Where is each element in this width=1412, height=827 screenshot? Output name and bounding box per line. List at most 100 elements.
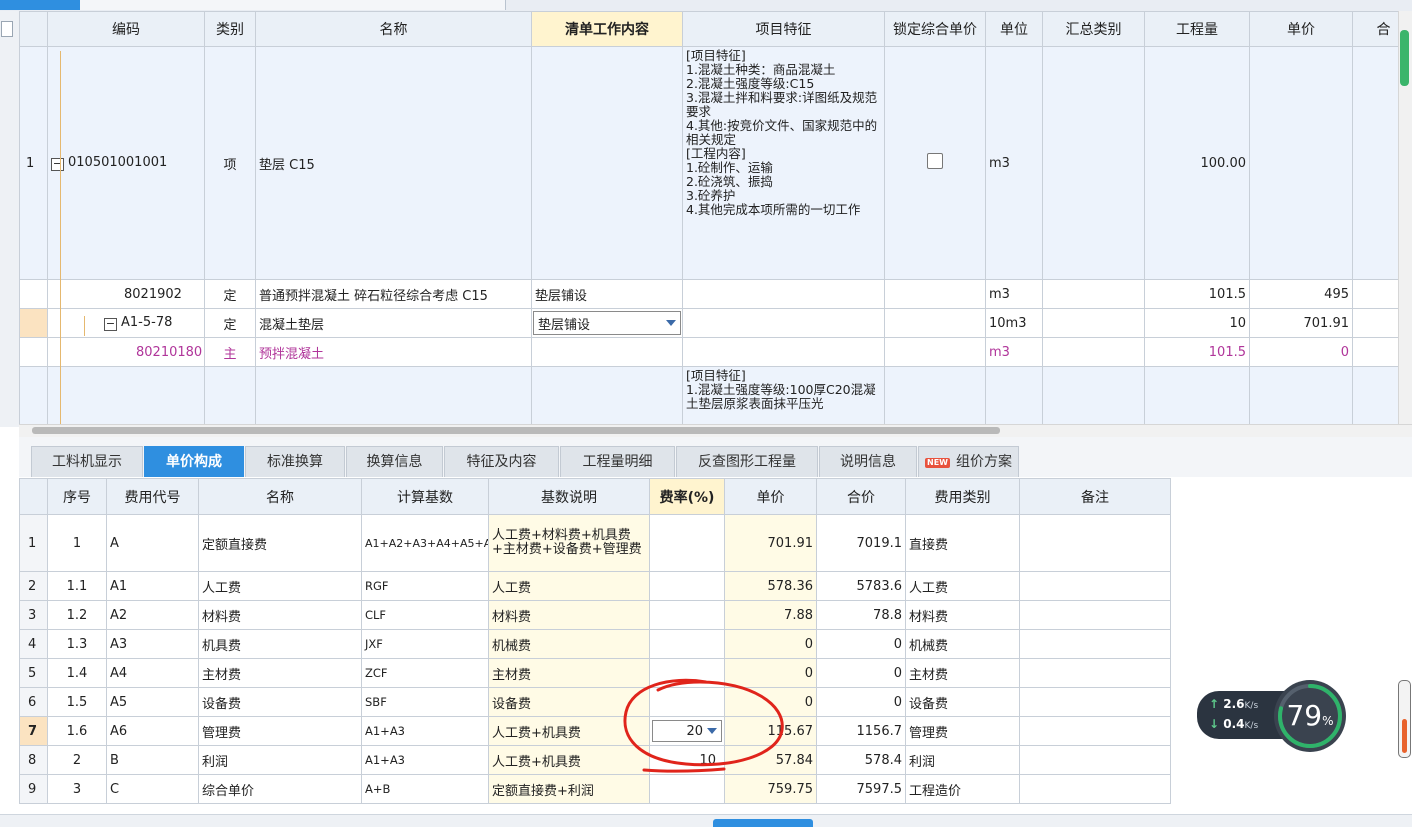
col-work-content-header[interactable]: 清单工作内容 xyxy=(531,11,683,47)
table-row[interactable]: 5 1.4 A4 主材费 ZCF 主材费 0 0 主材费 xyxy=(19,658,1171,688)
price-cell[interactable]: 701.91 xyxy=(1249,308,1353,338)
note-cell[interactable] xyxy=(1019,629,1171,659)
note-cell[interactable] xyxy=(1019,687,1171,717)
summary-type-cell[interactable] xyxy=(1042,337,1145,367)
base-desc-cell[interactable]: 人工费+材料费+机具费+主材费+设备费+管理费 xyxy=(488,514,650,572)
total-price-cell[interactable]: 0 xyxy=(816,687,906,717)
total-price-cell[interactable]: 1156.7 xyxy=(816,716,906,746)
type-cell[interactable]: 定 xyxy=(204,279,256,309)
note-cell[interactable] xyxy=(1019,600,1171,630)
col-unit-header[interactable]: 单位 xyxy=(985,11,1043,47)
seq-cell[interactable]: 1 xyxy=(47,514,107,572)
quantity-cell[interactable]: 101.5 xyxy=(1144,337,1250,367)
col-type-header[interactable]: 类别 xyxy=(204,11,256,47)
note-cell[interactable] xyxy=(1019,571,1171,601)
name-cell[interactable]: 管理费 xyxy=(198,716,362,746)
total-price-cell[interactable]: 7597.5 xyxy=(816,774,906,804)
summary-type-cell[interactable] xyxy=(1042,308,1145,338)
type-cell[interactable]: 定 xyxy=(204,308,256,338)
dropdown-arrow-icon[interactable] xyxy=(666,320,676,326)
total-cell[interactable] xyxy=(1352,308,1398,338)
fee-category-cell[interactable]: 材料费 xyxy=(905,600,1020,630)
lock-price-cell[interactable] xyxy=(884,308,986,338)
quantity-cell[interactable]: 101.5 xyxy=(1144,279,1250,309)
calc-base-cell[interactable]: A1+A3 xyxy=(361,716,489,746)
col-price-header[interactable]: 单价 xyxy=(1249,11,1353,47)
col-quantity-header[interactable]: 工程量 xyxy=(1144,11,1250,47)
tab-pricing-scheme[interactable]: NEW 组价方案 xyxy=(918,446,1019,477)
name-cell[interactable]: 综合单价 xyxy=(198,774,362,804)
fee-code-cell[interactable]: B xyxy=(106,745,199,775)
total-price-cell[interactable]: 578.4 xyxy=(816,745,906,775)
name-cell[interactable]: 普通预拌混凝土 碎石粒径综合考虑 C15 xyxy=(255,279,532,309)
unit-cell[interactable]: m3 xyxy=(985,337,1043,367)
work-content-cell[interactable] xyxy=(531,366,683,424)
code-cell[interactable]: 8021902 xyxy=(47,279,205,309)
tab-features-content[interactable]: 特征及内容 xyxy=(444,446,559,477)
col-code-header[interactable]: 编码 xyxy=(47,11,205,47)
fee-category-cell[interactable]: 机械费 xyxy=(905,629,1020,659)
table-row[interactable]: 7 1.6 A6 管理费 A1+A3 人工费+机具费 20 115.67 1156.7 管理费 xyxy=(19,716,1171,746)
name-cell[interactable]: 预拌混凝土 xyxy=(255,337,532,367)
fee-code-cell[interactable]: A6 xyxy=(106,716,199,746)
lock-price-checkbox[interactable] xyxy=(927,153,943,169)
col-total-price-header[interactable]: 合价 xyxy=(816,478,906,515)
rate-cell[interactable] xyxy=(649,514,725,572)
table-row[interactable]: 9 3 C 综合单价 A+B 定额直接费+利润 759.75 7597.5 工程造价 xyxy=(19,774,1171,804)
top-tab[interactable] xyxy=(180,0,291,10)
summary-type-cell[interactable] xyxy=(1042,46,1145,280)
table-row[interactable]: 2 1.1 A1 人工费 RGF 人工费 578.36 5783.6 人工费 xyxy=(19,571,1171,601)
quantity-cell[interactable]: 100.00 xyxy=(1144,46,1250,280)
col-lock-price-header[interactable]: 锁定综合单价 xyxy=(884,11,986,47)
feature-cell[interactable] xyxy=(682,337,885,367)
col-calc-base-header[interactable]: 计算基数 xyxy=(361,478,489,515)
total-price-cell[interactable]: 78.8 xyxy=(816,600,906,630)
fee-code-cell[interactable]: A1 xyxy=(106,571,199,601)
fee-code-cell[interactable]: A2 xyxy=(106,600,199,630)
code-cell[interactable]: −010501001001 xyxy=(47,46,205,280)
lock-price-cell[interactable] xyxy=(884,366,986,424)
total-price-cell[interactable]: 0 xyxy=(816,658,906,688)
calc-base-cell[interactable]: CLF xyxy=(361,600,489,630)
lock-price-cell[interactable] xyxy=(884,46,986,280)
tab-labor-material-machine[interactable]: 工料机显示 xyxy=(31,446,143,477)
col-name-header[interactable]: 名称 xyxy=(198,478,362,515)
feature-cell[interactable]: [项目特征] 1.混凝土强度等级:100厚C20混凝土垫层原浆表面抹平压光 xyxy=(682,366,885,424)
left-collapse-button[interactable] xyxy=(1,21,13,37)
fee-category-cell[interactable]: 设备费 xyxy=(905,687,1020,717)
base-desc-cell[interactable]: 人工费 xyxy=(488,571,650,601)
name-cell[interactable]: 混凝土垫层 xyxy=(255,308,532,338)
calc-base-cell[interactable]: ZCF xyxy=(361,658,489,688)
note-cell[interactable] xyxy=(1019,514,1171,572)
table-row[interactable]: 8 2 B 利润 A1+A3 人工费+机具费 10 57.84 578.4 利润 xyxy=(19,745,1171,775)
quantity-cell[interactable]: 10 xyxy=(1144,308,1250,338)
work-content-cell[interactable]: 垫层铺设 xyxy=(531,279,683,309)
col-base-desc-header[interactable]: 基数说明 xyxy=(488,478,650,515)
feature-cell[interactable] xyxy=(682,279,885,309)
table-row[interactable]: 4 1.3 A3 机具费 JXF 机械费 0 0 机械费 xyxy=(19,629,1171,659)
price-cell[interactable]: 0 xyxy=(1249,337,1353,367)
rate-cell[interactable] xyxy=(649,629,725,659)
summary-type-cell[interactable] xyxy=(1042,279,1145,309)
lock-price-cell[interactable] xyxy=(884,279,986,309)
tab-standard-conversion[interactable]: 标准换算 xyxy=(245,446,345,477)
collapse-toggle-icon[interactable]: − xyxy=(51,158,64,171)
table-row[interactable]: 6 1.5 A5 设备费 SBF 设备费 0 0 设备费 xyxy=(19,687,1171,717)
work-content-dropdown[interactable]: 垫层铺设 xyxy=(533,311,681,335)
work-content-cell[interactable] xyxy=(531,46,683,280)
name-cell[interactable]: 主材费 xyxy=(198,658,362,688)
calc-base-cell[interactable]: A1+A2+A3+A4+A5+A6 xyxy=(361,514,489,572)
calc-base-cell[interactable]: SBF xyxy=(361,687,489,717)
tab-conversion-info[interactable]: 换算信息 xyxy=(346,446,443,477)
table-row[interactable]: 1 1 A 定额直接费 A1+A2+A3+A4+A5+A6 人工费+材料费+机具费+主材费… xyxy=(19,514,1171,572)
calc-base-cell[interactable]: JXF xyxy=(361,629,489,659)
tab-unit-price-composition[interactable]: 单价构成 xyxy=(144,446,244,477)
top-tab[interactable] xyxy=(290,0,401,10)
type-cell[interactable]: 项 xyxy=(204,46,256,280)
name-cell[interactable]: 垫层 C15 xyxy=(255,46,532,280)
name-cell[interactable]: 利润 xyxy=(198,745,362,775)
seq-cell[interactable]: 1.4 xyxy=(47,658,107,688)
fee-code-cell[interactable]: A xyxy=(106,514,199,572)
note-cell[interactable] xyxy=(1019,658,1171,688)
table-row[interactable]: 1 −010501001001 项 垫层 C15 [项目特征] 1.混凝土种类：商… xyxy=(19,46,1398,280)
